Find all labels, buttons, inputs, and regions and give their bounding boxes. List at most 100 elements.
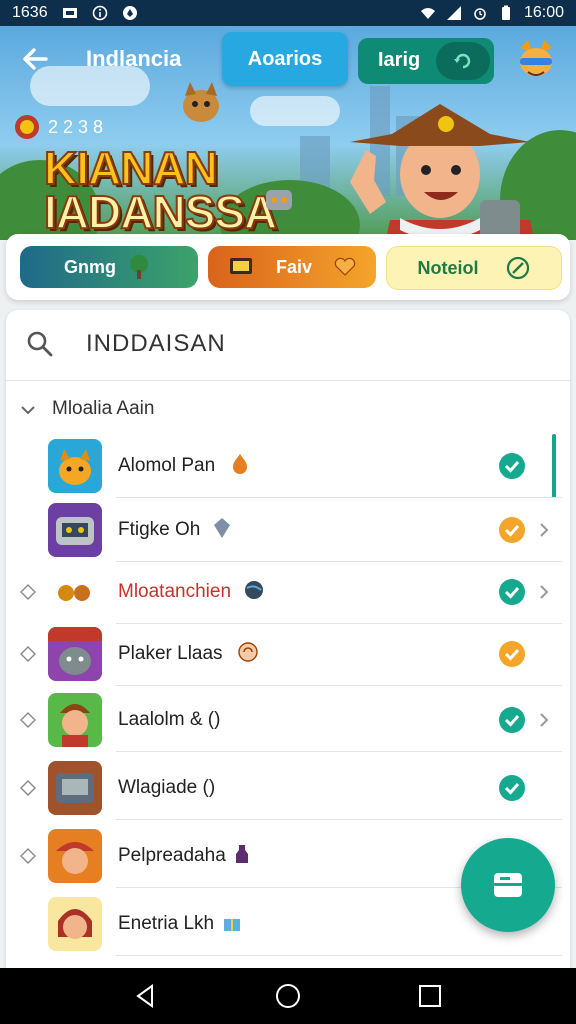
- info-icon: [92, 5, 107, 21]
- row-divider: [116, 955, 562, 956]
- status-bar: 1636 16:00: [0, 0, 576, 26]
- gift-icon: [224, 919, 240, 931]
- boy-character-icon: [60, 704, 90, 747]
- gem-icon: [214, 518, 230, 538]
- filter-pill-2[interactable]: Faiv: [208, 246, 376, 288]
- diamond-outline-icon: [20, 584, 36, 600]
- diamond-outline-icon: [20, 712, 36, 728]
- back-arrow-icon[interactable]: [18, 42, 52, 76]
- filter-pill-1-label: Gnmg: [64, 256, 116, 277]
- shield-app-icon: [122, 6, 137, 20]
- logo-line-1: KIANAN: [43, 142, 219, 194]
- alarm-icon: [474, 8, 486, 20]
- item-name: Wlagiade (): [118, 777, 216, 798]
- nav-home-icon[interactable]: [274, 982, 302, 1010]
- row-divider: [116, 751, 562, 752]
- tab-second[interactable]: Iarig: [358, 38, 494, 84]
- cloud-decoration: [250, 96, 340, 126]
- check-circle-icon[interactable]: [498, 578, 526, 606]
- diamond-outline-icon: [20, 848, 36, 864]
- filter-pill-3-label: Noteiol: [417, 257, 479, 278]
- search-input[interactable]: INDDAISAN: [86, 330, 226, 358]
- document-icon: [494, 873, 522, 897]
- score-counter: 2 2 3 8: [14, 114, 103, 140]
- girl-character-icon: [58, 909, 92, 939]
- search-bar[interactable]: INDDAISAN: [6, 310, 570, 381]
- globe-icon: [245, 581, 263, 599]
- item-name: Laalolm & (): [118, 709, 221, 730]
- wolf-character-icon: [48, 627, 102, 675]
- item-name: Enetria Lkh: [118, 913, 215, 934]
- item-name: Mloatanchien: [118, 581, 232, 602]
- pending-circle-icon[interactable]: [498, 640, 526, 668]
- filter-bar: Gnmg Faiv Noteiol: [6, 234, 570, 300]
- status-time-right: 16:00: [523, 4, 564, 21]
- list-item[interactable]: Mloatanchien: [6, 560, 562, 624]
- chevron-right-icon[interactable]: [538, 584, 550, 600]
- mail-icon: [62, 8, 77, 18]
- robot-character-icon: [56, 517, 94, 545]
- tab-active[interactable]: Aoarios: [222, 32, 348, 86]
- refresh-icon: [454, 53, 471, 69]
- profile-mascot-icon[interactable]: [514, 38, 558, 82]
- check-circle-icon[interactable]: [498, 706, 526, 734]
- game-logo: KIANAN IADANSSA: [43, 142, 278, 238]
- game-thumbnail: [48, 897, 102, 951]
- game-thumbnail: [48, 565, 102, 619]
- filter-pill-3[interactable]: Noteiol: [386, 246, 562, 290]
- game-thumbnail: [48, 761, 102, 815]
- item-name: Pelpreadaha: [118, 845, 226, 866]
- game-thumbnail: [48, 503, 102, 557]
- tab-second-label: Iarig: [378, 49, 421, 71]
- logo-line-2: IADANSSA: [43, 186, 278, 238]
- item-name: Ftigke Oh: [118, 519, 201, 540]
- list-item[interactable]: Laalolm & (): [6, 688, 562, 752]
- game-thumbnail: [48, 829, 102, 883]
- chevron-down-icon: [21, 406, 35, 415]
- check-circle-icon[interactable]: [498, 774, 526, 802]
- app-title: Indlancia: [86, 46, 182, 71]
- shell-icon: [238, 642, 258, 662]
- game-thumbnail: [48, 693, 102, 747]
- row-divider: [116, 685, 562, 686]
- list-item[interactable]: Alomol Pan: [6, 434, 562, 498]
- robot-mascot-icon: [266, 190, 292, 210]
- status-time-left: 1636: [12, 4, 48, 21]
- edit-circle-icon: [506, 256, 529, 280]
- pets-character-icon: [58, 585, 90, 601]
- system-nav-bar: [0, 968, 576, 1024]
- game-thumbnail: [48, 627, 102, 681]
- chevron-right-icon[interactable]: [538, 712, 550, 728]
- signal-icon: [446, 6, 461, 20]
- search-icon: [27, 331, 53, 357]
- score-value: 2 2 3 8: [48, 116, 104, 137]
- bottle-icon: [236, 845, 248, 863]
- heart-icon: [334, 257, 356, 276]
- list-item[interactable]: Plaker Llaas: [6, 622, 562, 686]
- filter-pill-1[interactable]: Gnmg: [20, 246, 198, 288]
- wifi-icon: [420, 8, 435, 19]
- diamond-outline-icon: [20, 780, 36, 796]
- check-circle-icon[interactable]: [498, 452, 526, 480]
- pending-circle-icon[interactable]: [498, 516, 526, 544]
- nav-back-icon[interactable]: [132, 982, 160, 1010]
- firefighter-character-icon: [56, 842, 94, 874]
- floating-action-button[interactable]: [461, 838, 555, 932]
- hero-character-illustration: [350, 104, 535, 240]
- tv-icon: [229, 258, 252, 274]
- coin-icon: [15, 115, 39, 139]
- cat-character-icon: [59, 449, 91, 485]
- list-item[interactable]: Wlagiade (): [6, 756, 562, 820]
- diamond-outline-icon: [20, 646, 36, 662]
- item-name: Plaker Llaas: [118, 643, 223, 664]
- section-header[interactable]: Mloalia Aain: [6, 392, 570, 428]
- machine-icon: [56, 773, 94, 803]
- nav-recents-icon[interactable]: [416, 982, 444, 1010]
- refresh-toggle[interactable]: [436, 42, 490, 80]
- list-item[interactable]: Ftigke Oh: [6, 498, 562, 562]
- chevron-right-icon[interactable]: [538, 522, 550, 538]
- row-divider: [116, 819, 562, 820]
- fire-icon: [233, 454, 247, 474]
- item-name: Alomol Pan: [118, 455, 216, 476]
- battery-icon: [501, 5, 510, 20]
